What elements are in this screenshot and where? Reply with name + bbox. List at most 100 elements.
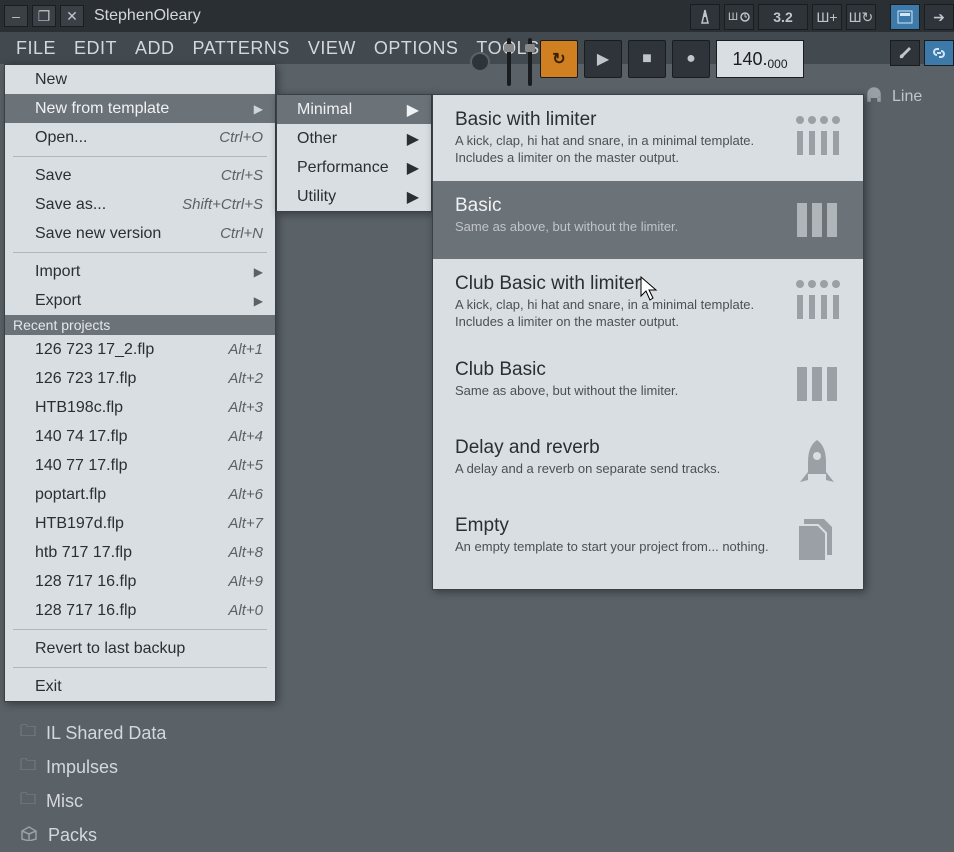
channel-display: Line bbox=[864, 84, 954, 109]
headphones-icon[interactable] bbox=[864, 84, 884, 109]
rocket-icon bbox=[789, 437, 845, 487]
chevron-right-icon: ▶ bbox=[407, 100, 419, 120]
recent-project-item[interactable]: 140 74 17.flpAlt+4 bbox=[5, 422, 275, 451]
tempo-decimal: 000 bbox=[768, 57, 788, 71]
record-button[interactable]: ● bbox=[672, 40, 710, 78]
menu-options[interactable]: OPTIONS bbox=[366, 34, 467, 63]
menu-separator bbox=[13, 252, 267, 253]
template-club-basic[interactable]: Club Basic Same as above, but without th… bbox=[433, 345, 863, 423]
browser-item-label: Impulses bbox=[46, 757, 118, 778]
menu-item-new-from-template[interactable]: New from template ▶ bbox=[5, 94, 275, 123]
play-button[interactable]: ▶ bbox=[584, 40, 622, 78]
view-next-button[interactable]: ➔ bbox=[924, 4, 954, 30]
menu-file[interactable]: FILE bbox=[8, 34, 64, 63]
countdown-icon[interactable]: Ш+ bbox=[812, 4, 842, 30]
menu-item-open[interactable]: Open... Ctrl+O bbox=[5, 123, 275, 152]
tempo-value: 140. bbox=[732, 49, 767, 70]
browser-item-impulses[interactable]: 🗀 Impulses bbox=[4, 750, 276, 784]
menu-view[interactable]: VIEW bbox=[300, 34, 364, 63]
close-button[interactable]: ✕ bbox=[60, 5, 84, 27]
template-desc: An empty template to start your project … bbox=[455, 539, 773, 556]
shortcut-label: Shift+Ctrl+S bbox=[182, 196, 263, 213]
sync-button[interactable]: ↻ bbox=[540, 40, 578, 78]
menu-item-exit[interactable]: Exit bbox=[5, 672, 275, 701]
recent-project-item[interactable]: 126 723 17.flpAlt+2 bbox=[5, 364, 275, 393]
mixer-dots-icon bbox=[789, 109, 845, 159]
template-delay-and-reverb[interactable]: Delay and reverb A delay and a reverb on… bbox=[433, 423, 863, 501]
recent-project-item[interactable]: 140 77 17.flpAlt+5 bbox=[5, 451, 275, 480]
shortcut-label: Alt+0 bbox=[228, 602, 263, 619]
browser-item-misc[interactable]: 🗀 Misc bbox=[4, 784, 276, 818]
menu-item-revert[interactable]: Revert to last backup bbox=[5, 634, 275, 663]
menu-item-label: Save bbox=[35, 167, 71, 185]
files-icon bbox=[789, 515, 845, 565]
recent-project-item[interactable]: poptart.flpAlt+6 bbox=[5, 480, 275, 509]
recent-project-item[interactable]: htb 717 17.flpAlt+8 bbox=[5, 538, 275, 567]
shortcut-label: Alt+7 bbox=[228, 515, 263, 532]
volume-slider-2[interactable] bbox=[528, 38, 532, 86]
menu-item-new[interactable]: New bbox=[5, 65, 275, 94]
menu-item-label: Import bbox=[35, 263, 80, 281]
template-category-other[interactable]: Other ▶ bbox=[277, 124, 431, 153]
recent-project-item[interactable]: 128 717 16.flpAlt+0 bbox=[5, 596, 275, 625]
template-empty[interactable]: Empty An empty template to start your pr… bbox=[433, 501, 863, 579]
template-category-utility[interactable]: Utility ▶ bbox=[277, 182, 431, 211]
submenu-label: Performance bbox=[297, 159, 389, 177]
stop-button[interactable]: ■ bbox=[628, 40, 666, 78]
menu-add[interactable]: ADD bbox=[127, 34, 183, 63]
chevron-right-icon: ▶ bbox=[254, 102, 263, 116]
minimize-button[interactable]: – bbox=[4, 5, 28, 27]
menu-separator bbox=[13, 629, 267, 630]
menu-item-label: HTB198c.flp bbox=[35, 399, 123, 417]
loop-record-icon[interactable]: Ш↻ bbox=[846, 4, 876, 30]
master-controls bbox=[462, 32, 540, 92]
menu-item-label: 128 717 16.flp bbox=[35, 573, 136, 591]
shortcut-label: Alt+9 bbox=[228, 573, 263, 590]
view-piano-roll-button[interactable] bbox=[890, 4, 920, 30]
menu-item-export[interactable]: Export ▶ bbox=[5, 286, 275, 315]
shortcut-label: Alt+5 bbox=[228, 457, 263, 474]
shortcut-label: Ctrl+N bbox=[220, 225, 263, 242]
tempo-display[interactable]: 140.000 bbox=[716, 40, 804, 78]
menu-item-save-new-version[interactable]: Save new version Ctrl+N bbox=[5, 219, 275, 248]
file-menu: New New from template ▶ Open... Ctrl+O S… bbox=[4, 64, 276, 702]
template-basic[interactable]: Basic Same as above, but without the lim… bbox=[433, 181, 863, 259]
browser-item-il-shared-data[interactable]: 🗀 IL Shared Data bbox=[4, 716, 276, 750]
menu-item-label: Revert to last backup bbox=[35, 640, 185, 658]
bars-icon bbox=[789, 195, 845, 245]
chevron-right-icon: ▶ bbox=[407, 129, 419, 149]
folder-icon: 🗀 bbox=[20, 720, 36, 747]
template-category-performance[interactable]: Performance ▶ bbox=[277, 153, 431, 182]
template-category-minimal[interactable]: Minimal ▶ bbox=[277, 95, 431, 124]
menu-item-import[interactable]: Import ▶ bbox=[5, 257, 275, 286]
menu-separator bbox=[13, 156, 267, 157]
wait-for-input-icon[interactable]: Ш bbox=[724, 4, 754, 30]
link-icon[interactable] bbox=[924, 40, 954, 66]
menu-patterns[interactable]: PATTERNS bbox=[185, 34, 298, 63]
mixer-dots-icon bbox=[789, 273, 845, 323]
recent-projects-header: Recent projects bbox=[5, 315, 275, 335]
template-club-basic-with-limiter[interactable]: Club Basic with limiter A kick, clap, hi… bbox=[433, 259, 863, 345]
menu-edit[interactable]: EDIT bbox=[66, 34, 125, 63]
menu-item-save-as[interactable]: Save as... Shift+Ctrl+S bbox=[5, 190, 275, 219]
maximize-button[interactable]: ❐ bbox=[32, 5, 56, 27]
browser-item-packs[interactable]: Packs bbox=[4, 818, 276, 852]
metronome-icon[interactable] bbox=[690, 4, 720, 30]
menu-item-label: Save as... bbox=[35, 196, 106, 214]
recent-project-item[interactable]: 126 723 17_2.flpAlt+1 bbox=[5, 335, 275, 364]
brush-icon[interactable] bbox=[890, 40, 920, 66]
recent-project-item[interactable]: HTB197d.flpAlt+7 bbox=[5, 509, 275, 538]
shortcut-label: Alt+4 bbox=[228, 428, 263, 445]
template-title: Club Basic with limiter bbox=[455, 273, 773, 295]
browser-sidebar: 🗀 IL Shared Data 🗀 Impulses 🗀 Misc Packs bbox=[4, 716, 276, 852]
pan-knob[interactable] bbox=[470, 52, 490, 72]
recent-project-item[interactable]: 128 717 16.flp Alt+9 bbox=[5, 567, 275, 596]
template-title: Delay and reverb bbox=[455, 437, 773, 459]
chevron-right-icon: ▶ bbox=[254, 294, 263, 308]
recent-project-item[interactable]: HTB198c.flpAlt+3 bbox=[5, 393, 275, 422]
time-signature-display[interactable]: 3.2 bbox=[758, 4, 808, 30]
template-basic-with-limiter[interactable]: Basic with limiter A kick, clap, hi hat … bbox=[433, 95, 863, 181]
volume-slider-1[interactable] bbox=[507, 38, 511, 86]
menu-item-save[interactable]: Save Ctrl+S bbox=[5, 161, 275, 190]
template-title: Club Basic bbox=[455, 359, 773, 381]
